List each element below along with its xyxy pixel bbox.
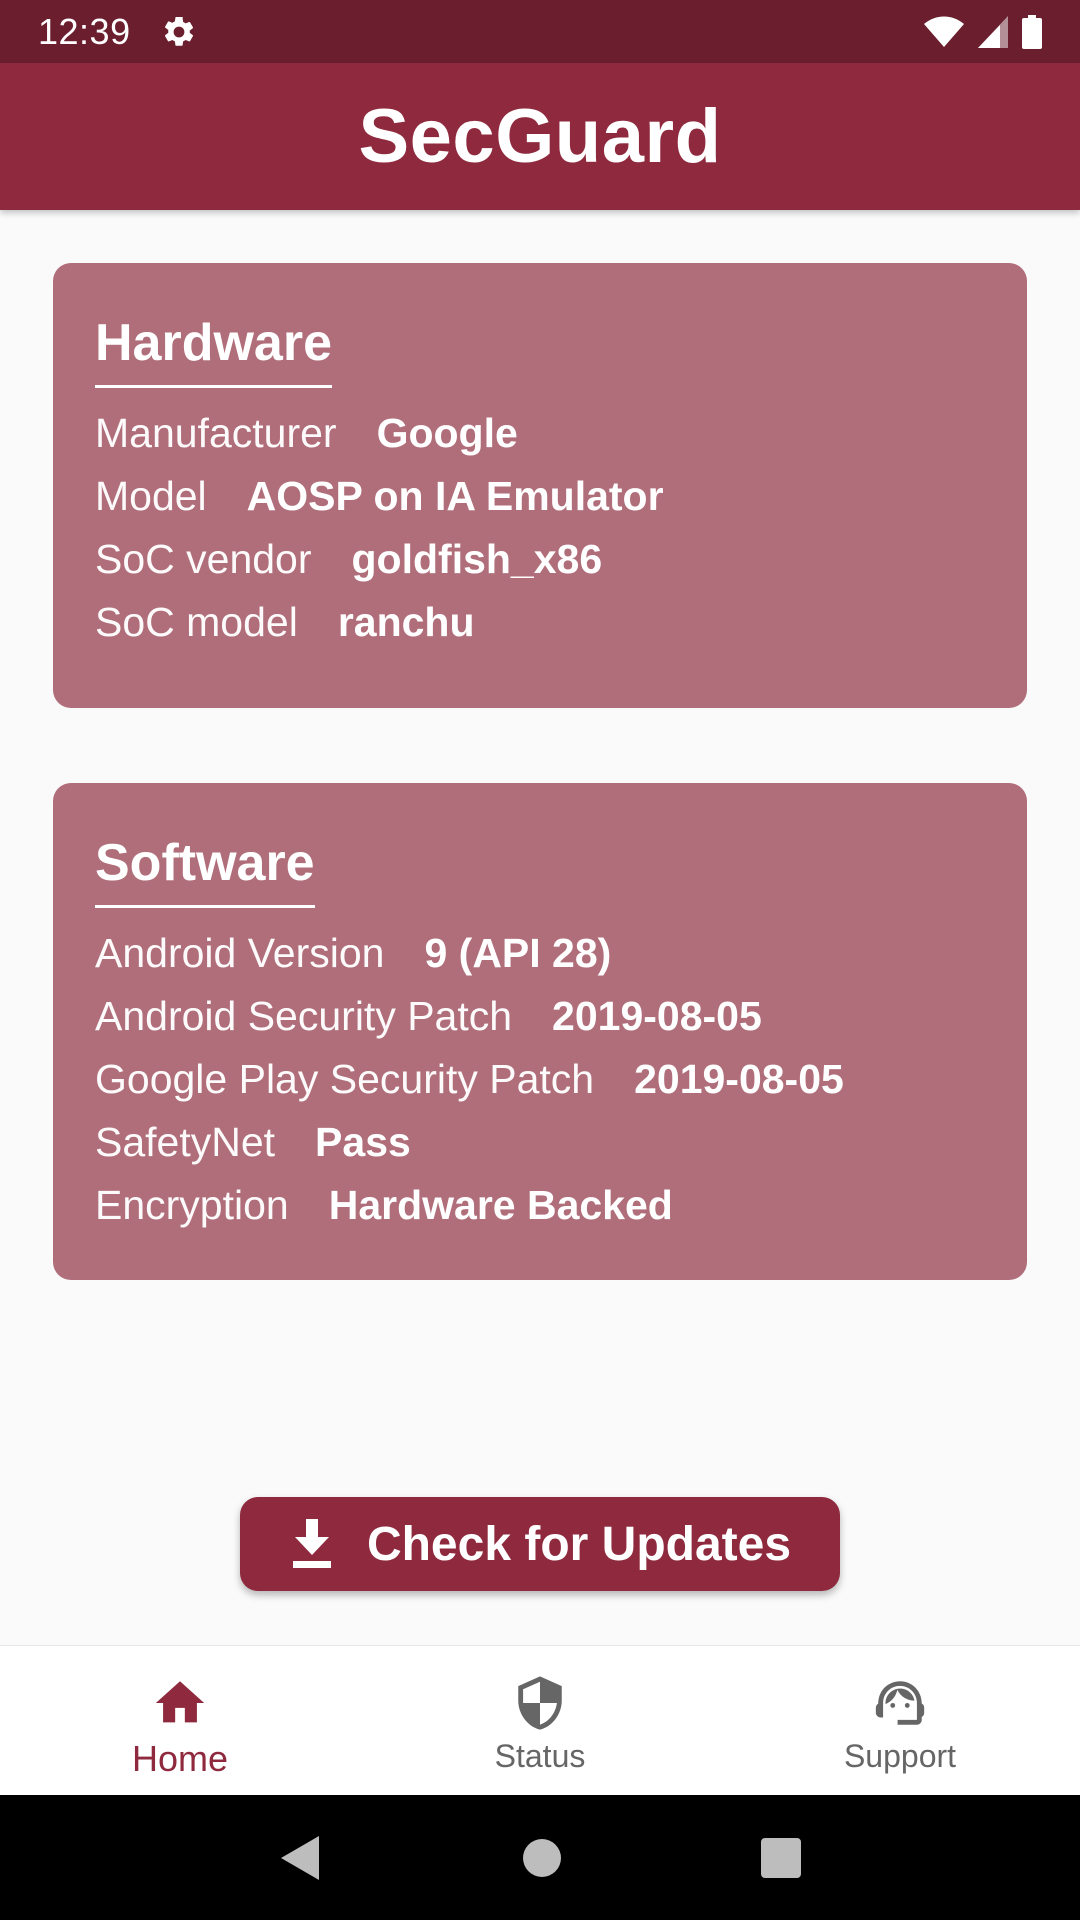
nav-label-support: Support — [843, 1738, 957, 1774]
nav-label-status: Status — [494, 1738, 586, 1774]
download-icon — [289, 1519, 335, 1569]
row-value: 2019-08-05 — [634, 1056, 844, 1102]
software-row-play-security-patch: Google Play Security Patch 2019-08-05 — [95, 1056, 985, 1119]
row-label: Encryption — [95, 1182, 289, 1228]
app-title: SecGuard — [358, 94, 722, 179]
row-value: goldfish_x86 — [351, 536, 603, 582]
hardware-card: Hardware Manufacturer Google Model AOSP … — [53, 263, 1027, 708]
row-label: Manufacturer — [95, 410, 337, 456]
support-agent-icon — [871, 1674, 929, 1732]
row-value: Google — [376, 410, 518, 456]
row-value: Pass — [315, 1119, 411, 1165]
bottom-nav: Home Status Support — [0, 1645, 1080, 1795]
nav-label-home: Home — [131, 1738, 229, 1779]
screen: 12:39 SecGuard Hardware Manufacturer Goo… — [0, 0, 1080, 1920]
row-label: SoC vendor — [95, 536, 312, 582]
row-value: ranchu — [337, 599, 475, 645]
hardware-row-model: Model AOSP on IA Emulator — [95, 473, 985, 536]
wifi-icon — [924, 16, 964, 48]
status-time: 12:39 — [38, 10, 131, 52]
check-for-updates-button[interactable]: Check for Updates — [240, 1497, 840, 1591]
shield-icon — [511, 1674, 569, 1732]
row-value: 9 (API 28) — [424, 930, 612, 976]
software-row-android-version: Android Version 9 (API 28) — [95, 930, 985, 993]
home-icon — [151, 1674, 209, 1732]
row-value: 2019-08-05 — [552, 993, 762, 1039]
software-card: Software Android Version 9 (API 28) Andr… — [53, 783, 1027, 1280]
software-row-safetynet: SafetyNet Pass — [95, 1119, 985, 1182]
row-label: Android Security Patch — [95, 993, 513, 1039]
software-row-security-patch: Android Security Patch 2019-08-05 — [95, 993, 985, 1056]
row-label: Model — [95, 473, 207, 519]
row-label: SoC model — [95, 599, 298, 645]
status-icons — [924, 14, 1042, 49]
battery-icon — [1022, 14, 1042, 49]
cell-signal-icon — [978, 15, 1008, 48]
nav-item-support[interactable]: Support — [720, 1646, 1080, 1795]
check-for-updates-label: Check for Updates — [366, 1517, 792, 1571]
software-row-encryption: Encryption Hardware Backed — [95, 1182, 985, 1245]
hardware-row-soc-model: SoC model ranchu — [95, 599, 985, 662]
row-label: SafetyNet — [95, 1119, 276, 1165]
hardware-row-manufacturer: Manufacturer Google — [95, 410, 985, 473]
nav-item-status[interactable]: Status — [360, 1646, 720, 1795]
row-value: Hardware Backed — [328, 1182, 673, 1228]
nav-item-home[interactable]: Home — [0, 1646, 360, 1795]
hardware-title: Hardware — [95, 313, 332, 388]
row-value: AOSP on IA Emulator — [246, 473, 664, 519]
back-icon[interactable] — [279, 1834, 323, 1882]
settings-gear-icon — [161, 14, 197, 50]
software-title: Software — [95, 833, 315, 908]
home-circle-icon[interactable] — [522, 1838, 562, 1878]
row-label: Google Play Security Patch — [95, 1056, 595, 1102]
recents-icon[interactable] — [760, 1837, 801, 1878]
row-label: Android Version — [95, 930, 385, 976]
system-nav-bar — [0, 1795, 1080, 1920]
app-bar: SecGuard — [0, 63, 1080, 210]
status-bar: 12:39 — [0, 0, 1080, 63]
hardware-row-soc-vendor: SoC vendor goldfish_x86 — [95, 536, 985, 599]
